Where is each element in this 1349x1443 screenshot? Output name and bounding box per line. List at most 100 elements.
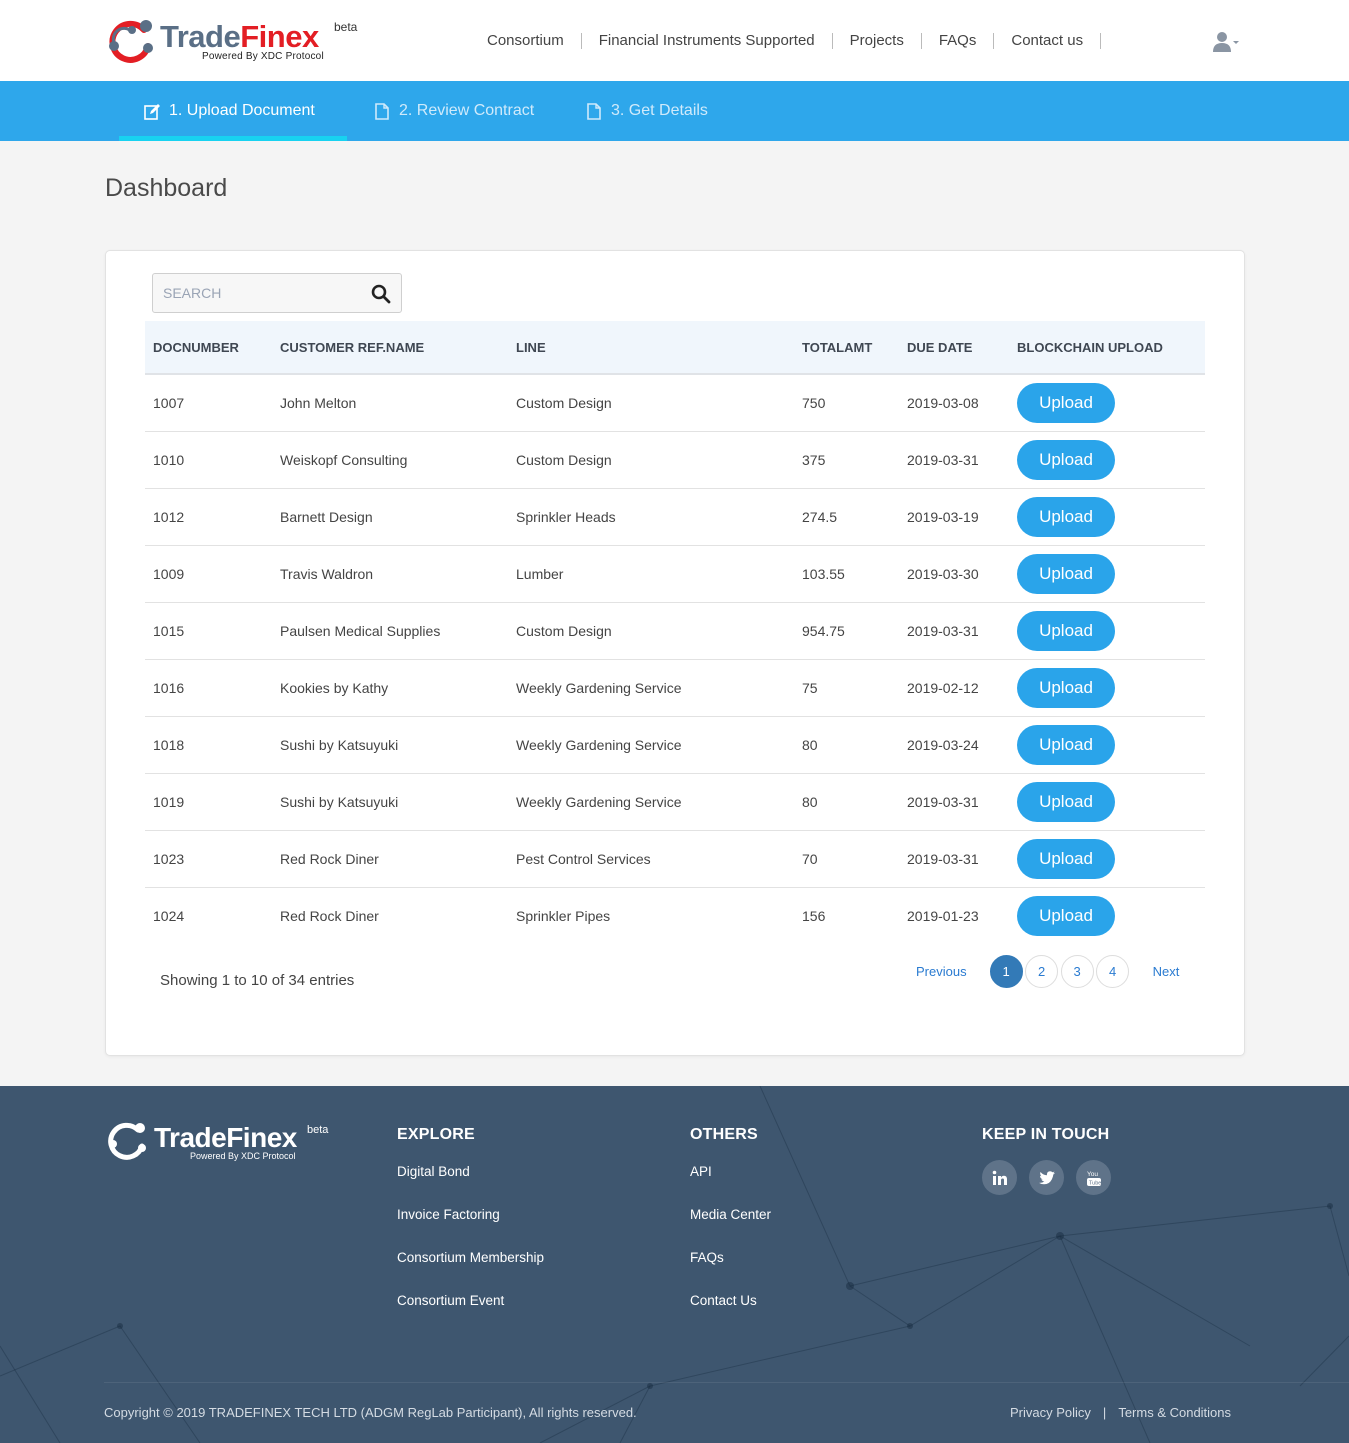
nav-divider xyxy=(1100,33,1102,49)
footer-link-consortium-membership[interactable]: Consortium Membership xyxy=(397,1248,544,1291)
cell-customer: Weiskopf Consulting xyxy=(280,451,408,468)
upload-button[interactable]: Upload xyxy=(1017,610,1115,651)
upload-button[interactable]: Upload xyxy=(1017,781,1115,822)
cell-upload: Upload xyxy=(1009,716,1205,773)
dashboard-card: DOCNUMBER CUSTOMER REF.NAME LINE TOTALAM… xyxy=(105,250,1245,1056)
logo-tagline: Powered By XDC Protocol xyxy=(202,51,324,62)
table-row: 1016 Kookies by Kathy Weekly Gardening S… xyxy=(145,659,1205,716)
nav-faqs[interactable]: FAQs xyxy=(922,28,994,54)
top-header: TradeFinex beta Powered By XDC Protocol … xyxy=(0,0,1349,81)
upload-button[interactable]: Upload xyxy=(1017,667,1115,708)
cell-customer: Red Rock Diner xyxy=(280,907,379,924)
entries-info: Showing 1 to 10 of 34 entries xyxy=(160,972,355,989)
cell-totalamt: 103.55 xyxy=(802,565,845,582)
cell-totalamt: 750 xyxy=(802,394,826,411)
cell-customer: Red Rock Diner xyxy=(280,850,379,867)
footer-link-invoice-factoring[interactable]: Invoice Factoring xyxy=(397,1205,544,1248)
nav-contact-us[interactable]: Contact us xyxy=(994,28,1100,54)
upload-button[interactable]: Upload xyxy=(1017,895,1115,936)
footer-link-digital-bond[interactable]: Digital Bond xyxy=(397,1162,544,1205)
svg-text:You: You xyxy=(1087,1171,1098,1178)
footer-legal-links: Privacy Policy | Terms & Conditions xyxy=(1010,1405,1231,1420)
upload-button[interactable]: Upload xyxy=(1017,724,1115,765)
upload-button[interactable]: Upload xyxy=(1017,496,1115,537)
terms-conditions-link[interactable]: Terms & Conditions xyxy=(1118,1405,1231,1420)
pagination-next[interactable]: Next xyxy=(1153,964,1180,979)
step-label: 3. Get Details xyxy=(611,102,708,119)
pagination-page-4[interactable]: 4 xyxy=(1096,954,1130,988)
search-input[interactable] xyxy=(153,274,363,312)
cell-line: Sprinkler Pipes xyxy=(516,907,611,924)
linkedin-icon[interactable] xyxy=(982,1160,1017,1195)
cell-customer: Barnett Design xyxy=(280,508,373,525)
cell-docnumber: 1007 xyxy=(153,394,185,411)
column-header-totalamt[interactable]: TOTALAMT xyxy=(794,321,899,374)
document-icon xyxy=(587,102,601,120)
upload-button[interactable]: Upload xyxy=(1017,838,1115,879)
cell-line: Weekly Gardening Service xyxy=(516,793,682,810)
cell-customer: Travis Waldron xyxy=(280,565,374,582)
column-header-customer[interactable]: CUSTOMER REF.NAME xyxy=(272,321,508,374)
cell-docnumber: 1015 xyxy=(153,622,185,639)
cell-totalamt: 156 xyxy=(802,907,826,924)
table-header-row: DOCNUMBER CUSTOMER REF.NAME LINE TOTALAM… xyxy=(145,321,1205,374)
footer-explore-column: EXPLORE Digital Bond Invoice Factoring C… xyxy=(397,1126,544,1334)
tradefinex-logo[interactable]: TradeFinex beta Powered By XDC Protocol xyxy=(104,14,364,66)
cell-docnumber: 1012 xyxy=(153,508,185,525)
upload-button[interactable]: Upload xyxy=(1017,553,1115,594)
cell-customer: John Melton xyxy=(280,394,357,411)
cell-due-date: 2019-03-31 xyxy=(907,622,979,639)
footer-logo-tagline: Powered By XDC Protocol xyxy=(190,1151,296,1161)
upload-button[interactable]: Upload xyxy=(1017,382,1115,423)
footer-link-api[interactable]: API xyxy=(690,1162,771,1205)
upload-button[interactable]: Upload xyxy=(1017,439,1115,480)
footer-link-consortium-event[interactable]: Consortium Event xyxy=(397,1291,544,1334)
nav-consortium[interactable]: Consortium xyxy=(470,28,581,54)
footer-link-media-center[interactable]: Media Center xyxy=(690,1205,771,1248)
cell-totalamt: 80 xyxy=(802,736,818,753)
column-header-docnumber[interactable]: DOCNUMBER xyxy=(145,321,272,374)
column-header-line[interactable]: LINE xyxy=(508,321,794,374)
logo-mark-icon xyxy=(109,20,153,63)
cell-totalamt: 274.5 xyxy=(802,508,838,525)
twitter-icon[interactable] xyxy=(1029,1160,1064,1195)
beta-badge: beta xyxy=(334,20,358,34)
cell-line: Custom Design xyxy=(516,451,612,468)
youtube-icon[interactable]: You Tube xyxy=(1076,1160,1111,1195)
cell-due-date: 2019-02-12 xyxy=(907,679,979,696)
cell-docnumber: 1019 xyxy=(153,793,185,810)
nav-financial-instruments[interactable]: Financial Instruments Supported xyxy=(582,28,832,54)
search-box xyxy=(152,273,402,313)
pagination-page-1[interactable]: 1 xyxy=(989,954,1023,988)
step-get-details[interactable]: 3. Get Details xyxy=(586,81,708,141)
edit-icon xyxy=(144,103,160,120)
cell-upload: Upload xyxy=(1009,659,1205,716)
cell-totalamt: 954.75 xyxy=(802,622,845,639)
search-icon[interactable] xyxy=(371,284,391,304)
footer-logo-mark-icon xyxy=(108,1122,146,1160)
footer-link-faqs[interactable]: FAQs xyxy=(690,1248,771,1291)
cell-upload: Upload xyxy=(1009,545,1205,602)
user-menu-dropdown[interactable] xyxy=(1212,30,1242,54)
nav-projects[interactable]: Projects xyxy=(833,28,921,54)
column-header-due-date[interactable]: DUE DATE xyxy=(899,321,1009,374)
pagination-page-3[interactable]: 3 xyxy=(1060,954,1094,988)
chevron-down-icon xyxy=(1233,41,1239,44)
footer-link-contact-us[interactable]: Contact Us xyxy=(690,1291,771,1334)
cell-line: Lumber xyxy=(516,565,564,582)
table-row: 1015 Paulsen Medical Supplies Custom Des… xyxy=(145,602,1205,659)
pagination-page-2[interactable]: 2 xyxy=(1025,954,1059,988)
privacy-policy-link[interactable]: Privacy Policy xyxy=(1010,1405,1091,1420)
cell-docnumber: 1024 xyxy=(153,907,185,924)
progress-steps-bar: 1. Upload Document 2. Review Contract 3.… xyxy=(0,81,1349,141)
step-upload-document[interactable]: 1. Upload Document xyxy=(144,81,315,141)
logo-wordmark: TradeFinex xyxy=(160,19,319,54)
pagination-previous[interactable]: Previous xyxy=(916,964,967,979)
main-nav: Consortium Financial Instruments Support… xyxy=(470,28,1102,54)
cell-line: Sprinkler Heads xyxy=(516,508,616,525)
table-row: 1007 John Melton Custom Design 750 2019-… xyxy=(145,374,1205,431)
footer-logo[interactable]: TradeFinex beta Powered By XDC Protocol xyxy=(104,1118,344,1166)
user-avatar-icon xyxy=(1213,32,1239,52)
step-review-contract[interactable]: 2. Review Contract xyxy=(374,81,534,141)
cell-due-date: 2019-03-19 xyxy=(907,508,979,525)
